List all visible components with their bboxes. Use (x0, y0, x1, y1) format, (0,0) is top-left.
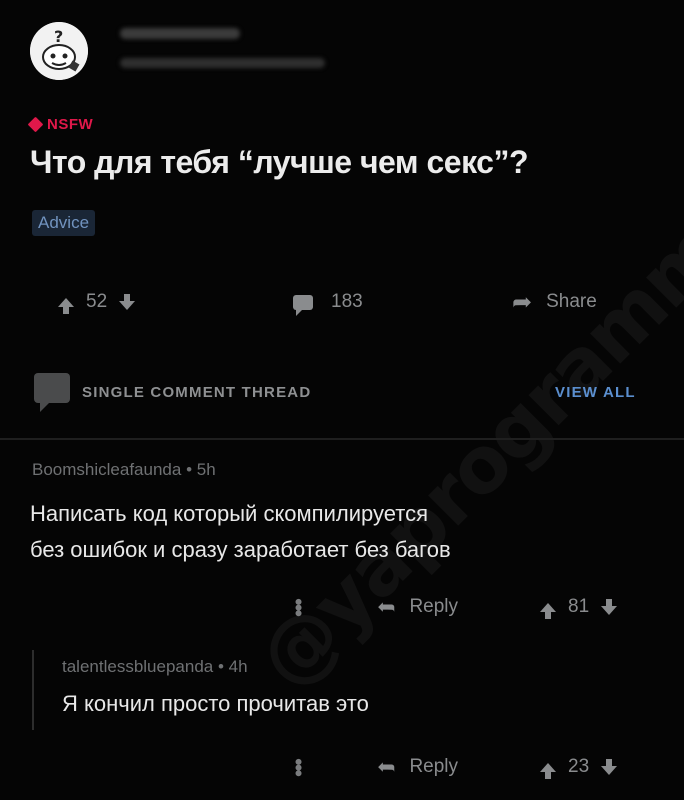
watermark: @yaprogrammer (241, 144, 684, 706)
reply-label: Reply (409, 756, 459, 777)
post-flair[interactable]: Advice (32, 210, 96, 236)
meta-separator: • (217, 657, 229, 676)
comment-line: Я кончил просто прочитав это (62, 691, 369, 716)
thread-comment-icon (34, 373, 70, 412)
share-icon: ➦ (512, 288, 533, 316)
view-all-link[interactable]: VIEW ALL (555, 384, 636, 401)
subreddit-avatar[interactable]: ? (30, 22, 88, 80)
thread-line[interactable] (32, 650, 34, 730)
comment-count: 183 (331, 291, 363, 312)
share-label: Share (546, 291, 597, 312)
upvote-icon[interactable] (540, 762, 556, 779)
comment-body: Написать код который скомпилируется без … (30, 496, 451, 568)
reply-body: Я кончил просто прочитав это (62, 686, 369, 722)
downvote-icon[interactable] (601, 598, 618, 615)
divider (0, 438, 684, 440)
comment-line: без ошибок и сразу заработает без багов (30, 537, 451, 562)
comment-actions: ••• (286, 592, 311, 622)
reply-age: 4h (228, 657, 248, 676)
reply-icon: ➦ (377, 754, 396, 779)
single-thread-label: SINGLE COMMENT THREAD (82, 384, 312, 401)
post-vote-count: 52 (86, 291, 108, 312)
comment-vote-bar: 81 (540, 592, 618, 622)
comment-icon (293, 294, 313, 316)
poster-username-blurred (120, 58, 325, 68)
nsfw-label: NSFW (47, 116, 94, 133)
reply-meta: talentlessbluepanda • 4h (62, 657, 248, 677)
nsfw-tag: NSFW (27, 116, 94, 133)
reply-button[interactable]: ➦ Reply (377, 592, 458, 622)
reply-icon: ➦ (377, 594, 396, 619)
reply-vote-count: 23 (568, 756, 590, 777)
subreddit-name-blurred (120, 28, 240, 39)
post-vote-bar: 52 (58, 282, 136, 322)
downvote-icon[interactable] (119, 293, 136, 310)
comment-age: 5h (196, 460, 216, 479)
comments-button[interactable]: 183 (293, 282, 363, 322)
reply-label: Reply (409, 596, 459, 617)
comment-meta: Boomshicleafaunda • 5h (32, 460, 216, 480)
upvote-icon[interactable] (58, 297, 74, 314)
reply-actions: ••• (286, 752, 311, 782)
reply-author[interactable]: talentlessbluepanda (62, 657, 213, 676)
reply-vote-bar: 23 (540, 752, 618, 782)
post-title[interactable]: Что для тебя “лучше чем секс”? (30, 144, 529, 181)
more-options-icon[interactable]: ••• (286, 598, 311, 615)
upvote-icon[interactable] (540, 602, 556, 619)
svg-text:?: ? (54, 27, 63, 46)
comment-vote-count: 81 (568, 596, 590, 617)
more-options-icon[interactable]: ••• (286, 758, 311, 775)
nsfw-icon (27, 116, 44, 133)
meta-separator: • (186, 460, 197, 479)
downvote-icon[interactable] (601, 758, 618, 775)
comment-author[interactable]: Boomshicleafaunda (32, 460, 181, 479)
share-button[interactable]: ➦ Share (512, 282, 597, 322)
comment-line: Написать код который скомпилируется (30, 501, 428, 526)
reply-button[interactable]: ➦ Reply (377, 752, 458, 782)
